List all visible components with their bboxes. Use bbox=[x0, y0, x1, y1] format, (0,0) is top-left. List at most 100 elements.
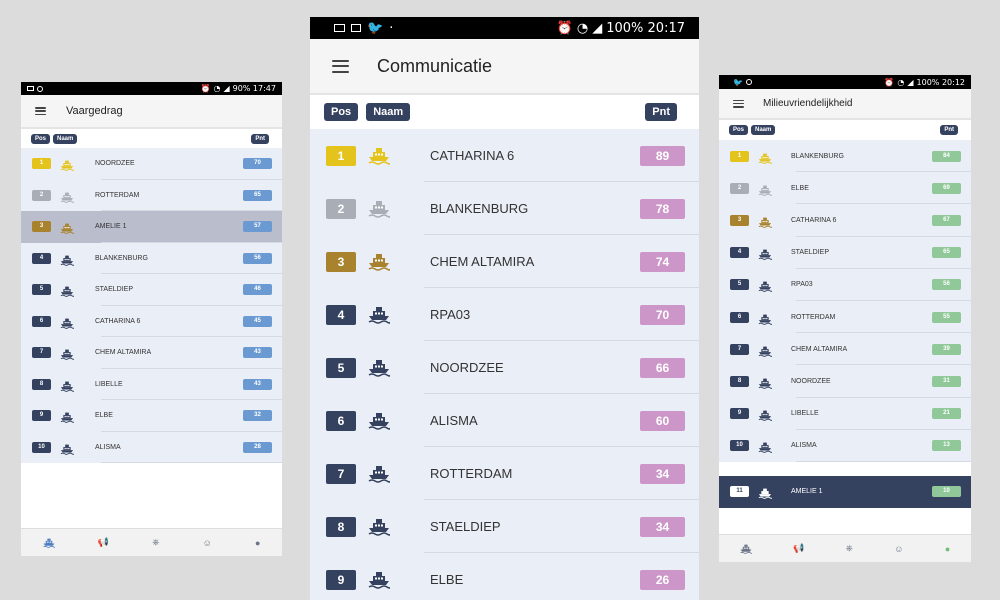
list-item[interactable]: 3 CATHARINA 6 67 bbox=[719, 204, 971, 237]
name-header[interactable]: Naam bbox=[751, 125, 776, 135]
ship-name: CATHARINA 6 bbox=[430, 148, 515, 163]
points-badge: 32 bbox=[243, 410, 272, 422]
points-badge: 60 bbox=[640, 410, 685, 431]
ship-name: BLANKENBURG bbox=[95, 254, 148, 262]
list-item[interactable]: 9 ELBE 26 bbox=[310, 553, 699, 600]
ship-icon bbox=[60, 158, 75, 172]
alarm-icon: ⏰ bbox=[200, 84, 211, 93]
points-badge: 56 bbox=[932, 279, 961, 291]
phone-vaargedrag: ⏰ ◔ ◢ 90% 17:47 Vaargedrag Pos Naam Pnt … bbox=[21, 82, 282, 556]
list-item[interactable]: 10 ALISMA 28 bbox=[21, 432, 282, 463]
list-item[interactable]: 4 BLANKENBURG 56 bbox=[21, 243, 282, 274]
ship-name: AMELIE 1 bbox=[95, 223, 127, 231]
megaphone-tab-icon[interactable]: 📢 bbox=[98, 537, 109, 548]
list-item[interactable]: 6 ROTTERDAM 55 bbox=[719, 301, 971, 334]
smiley-tab-icon[interactable]: ☺ bbox=[894, 544, 903, 554]
menu-icon[interactable] bbox=[35, 107, 46, 115]
position-badge: 9 bbox=[730, 408, 749, 420]
ship-name: CHEM ALTAMIRA bbox=[791, 345, 848, 353]
name-header[interactable]: Naam bbox=[366, 103, 411, 121]
list-item[interactable]: 6 ALISMA 60 bbox=[310, 394, 699, 447]
list-item[interactable]: 3 CHEM ALTAMIRA 74 bbox=[310, 235, 699, 288]
list-item[interactable]: 7 ROTTERDAM 34 bbox=[310, 447, 699, 500]
signal-icon: ◢ bbox=[223, 84, 230, 93]
list-item[interactable]: 3 AMELIE 1 57 bbox=[21, 211, 282, 243]
position-badge: 3 bbox=[326, 251, 356, 272]
points-badge: 74 bbox=[640, 251, 685, 272]
steering-wheel-tab-icon[interactable]: ⎈ bbox=[152, 537, 159, 548]
points-badge: 45 bbox=[243, 315, 272, 327]
list-item[interactable]: 8 STAELDIEP 34 bbox=[310, 500, 699, 553]
ship-name: ROTTERDAM bbox=[791, 313, 836, 321]
ship-tab-icon[interactable] bbox=[42, 538, 55, 548]
points-header[interactable]: Pnt bbox=[645, 103, 677, 121]
ship-icon bbox=[368, 306, 391, 324]
menu-icon[interactable] bbox=[332, 59, 349, 73]
position-badge: 5 bbox=[730, 279, 749, 291]
smiley-tab-icon[interactable]: ☺ bbox=[203, 538, 212, 548]
ship-icon bbox=[368, 200, 391, 218]
ship-icon bbox=[60, 347, 75, 361]
list-item[interactable]: 1 NOORDZEE 70 bbox=[21, 148, 282, 180]
list-item[interactable]: 9 ELBE 32 bbox=[21, 400, 282, 432]
pos-header[interactable]: Pos bbox=[31, 133, 51, 144]
list-item[interactable]: 8 NOORDZEE 31 bbox=[719, 365, 971, 398]
ship-icon bbox=[368, 518, 391, 536]
status-right-text: 100% 20:12 bbox=[916, 77, 965, 87]
list-item[interactable]: 8 LIBELLE 43 bbox=[21, 369, 282, 400]
list-item[interactable]: 5 STAELDIEP 46 bbox=[21, 274, 282, 306]
megaphone-tab-icon[interactable]: 📢 bbox=[793, 543, 804, 554]
ship-icon bbox=[60, 316, 75, 329]
list-item[interactable]: 6 CATHARINA 6 45 bbox=[21, 306, 282, 337]
ship-name: ELBE bbox=[430, 572, 464, 587]
ship-icon bbox=[758, 215, 773, 228]
menu-icon[interactable] bbox=[733, 99, 744, 108]
twitter-icon: 🐦 bbox=[733, 77, 743, 87]
list-item[interactable]: 5 NOORDZEE 66 bbox=[310, 341, 699, 394]
list-item[interactable]: 4 STAELDIEP 65 bbox=[719, 237, 971, 269]
ship-name: NOORDZEE bbox=[95, 160, 135, 168]
leaf-tab-icon[interactable]: ● bbox=[255, 538, 260, 548]
leaf-tab-icon[interactable]: ● bbox=[945, 544, 950, 554]
list-item[interactable]: 2 ROTTERDAM 65 bbox=[21, 180, 282, 211]
app-bar: Communicatie bbox=[310, 39, 699, 95]
ship-icon bbox=[368, 147, 391, 165]
status-bar: ⏰ ◔ ◢ 90% 17:47 bbox=[21, 82, 282, 95]
position-badge: 8 bbox=[326, 516, 356, 537]
ship-tab-icon[interactable] bbox=[740, 544, 752, 554]
points-header[interactable]: Pnt bbox=[940, 125, 958, 135]
list-item[interactable]: 7 CHEM ALTAMIRA 39 bbox=[719, 333, 971, 366]
page-title: Vaargedrag bbox=[66, 105, 123, 117]
name-header[interactable]: Naam bbox=[53, 133, 78, 144]
list-item[interactable]: 9 LIBELLE 21 bbox=[719, 398, 971, 430]
list-item[interactable]: 10 ALISMA 13 bbox=[719, 430, 971, 462]
position-badge: 3 bbox=[730, 214, 749, 226]
points-header[interactable]: Pnt bbox=[251, 133, 269, 144]
status-right-text: 90% 17:47 bbox=[232, 84, 276, 93]
ranking-list: 1 CATHARINA 6 89 2 BLANKENBURG 78 3 CHEM ALTAMI… bbox=[310, 129, 699, 600]
list-item[interactable]: 1 CATHARINA 6 89 bbox=[310, 129, 699, 182]
list-item[interactable]: 2 BLANKENBURG 78 bbox=[310, 182, 699, 235]
ranking-list: 1 BLANKENBURG 84 2 ELBE 69 3 CATHARINA 6 67 4 STAE… bbox=[719, 140, 971, 462]
list-item[interactable]: 4 RPA03 70 bbox=[310, 288, 699, 341]
ship-name: CHEM ALTAMIRA bbox=[430, 254, 535, 269]
list-item[interactable]: 11 AMELIE 1 10 bbox=[719, 475, 971, 509]
list-item[interactable]: 1 BLANKENBURG 84 bbox=[719, 140, 971, 173]
pos-header[interactable]: Pos bbox=[729, 125, 749, 135]
position-badge: 10 bbox=[32, 441, 51, 453]
steering-wheel-tab-icon[interactable]: ⎈ bbox=[846, 543, 853, 554]
ship-icon bbox=[60, 442, 75, 455]
list-item[interactable]: 7 CHEM ALTAMIRA 43 bbox=[21, 337, 282, 369]
points-badge: 10 bbox=[932, 486, 961, 498]
ship-name: ALISMA bbox=[430, 413, 478, 428]
list-item[interactable]: 5 RPA03 56 bbox=[719, 269, 971, 301]
ship-name: ROTTERDAM bbox=[430, 466, 513, 481]
ship-name: BLANKENBURG bbox=[791, 152, 844, 160]
whatsapp-icon bbox=[745, 79, 752, 85]
list-item[interactable]: 2 ELBE 69 bbox=[719, 172, 971, 205]
column-headers: Pos Naam Pnt bbox=[21, 129, 282, 148]
ship-icon bbox=[60, 379, 75, 392]
pos-header[interactable]: Pos bbox=[324, 103, 359, 121]
ship-name: NOORDZEE bbox=[430, 360, 504, 375]
position-badge: 1 bbox=[730, 150, 749, 162]
